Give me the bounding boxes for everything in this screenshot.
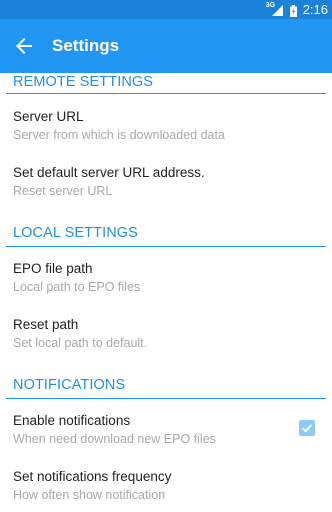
- pref-epo-file-path[interactable]: EPO file path Local path to EPO files: [0, 260, 332, 312]
- pref-summary: How often show notification: [13, 488, 166, 502]
- page-title: Settings: [52, 36, 120, 55]
- status-bar: 3G 2:16: [0, 0, 332, 19]
- enable-notifications-checkbox[interactable]: [299, 420, 315, 436]
- pref-title: Set notifications frequency: [13, 469, 172, 484]
- pref-reset-path[interactable]: Reset path Set local path to default.: [0, 316, 332, 368]
- section-header-remote-settings: REMOTE SETTINGS: [13, 74, 154, 90]
- checkmark-icon: [301, 424, 313, 433]
- cell-signal-icon: 3G: [266, 2, 284, 17]
- pref-notifications-frequency[interactable]: Set notifications frequency How often sh…: [0, 468, 332, 512]
- back-arrow-icon[interactable]: [12, 34, 36, 58]
- pref-server-url[interactable]: Server URL Server from which is download…: [0, 108, 332, 160]
- section-divider: [6, 246, 326, 247]
- status-icons: 3G 2:16: [266, 0, 328, 19]
- status-clock: 2:16: [302, 2, 328, 17]
- pref-summary: Set local path to default.: [13, 336, 148, 350]
- section-divider: [6, 398, 326, 399]
- pref-title: Enable notifications: [13, 413, 131, 428]
- pref-summary: Local path to EPO files: [13, 280, 141, 294]
- pref-enable-notifications[interactable]: Enable notifications When need download …: [0, 412, 332, 464]
- pref-summary: Server from which is downloaded data: [13, 128, 225, 142]
- pref-title: EPO file path: [13, 261, 93, 276]
- pref-title: Reset path: [13, 317, 79, 332]
- pref-title: Server URL: [13, 109, 84, 124]
- section-header-local-settings: LOCAL SETTINGS: [13, 225, 138, 241]
- settings-screen: 3G 2:16 Settings REMOTE SETTINGS Server …: [0, 0, 332, 512]
- section-header-notifications: NOTIFICATIONS: [13, 377, 126, 393]
- pref-set-default-server-url[interactable]: Set default server URL address. Reset se…: [0, 164, 332, 216]
- battery-icon: [289, 4, 297, 17]
- pref-summary: Reset server URL: [13, 184, 113, 198]
- pref-title: Set default server URL address.: [13, 165, 205, 180]
- pref-summary: When need download new EPO files: [13, 432, 216, 446]
- app-bar: Settings: [0, 19, 332, 73]
- section-divider: [6, 93, 326, 94]
- settings-list: REMOTE SETTINGS Server URL Server from w…: [0, 73, 332, 512]
